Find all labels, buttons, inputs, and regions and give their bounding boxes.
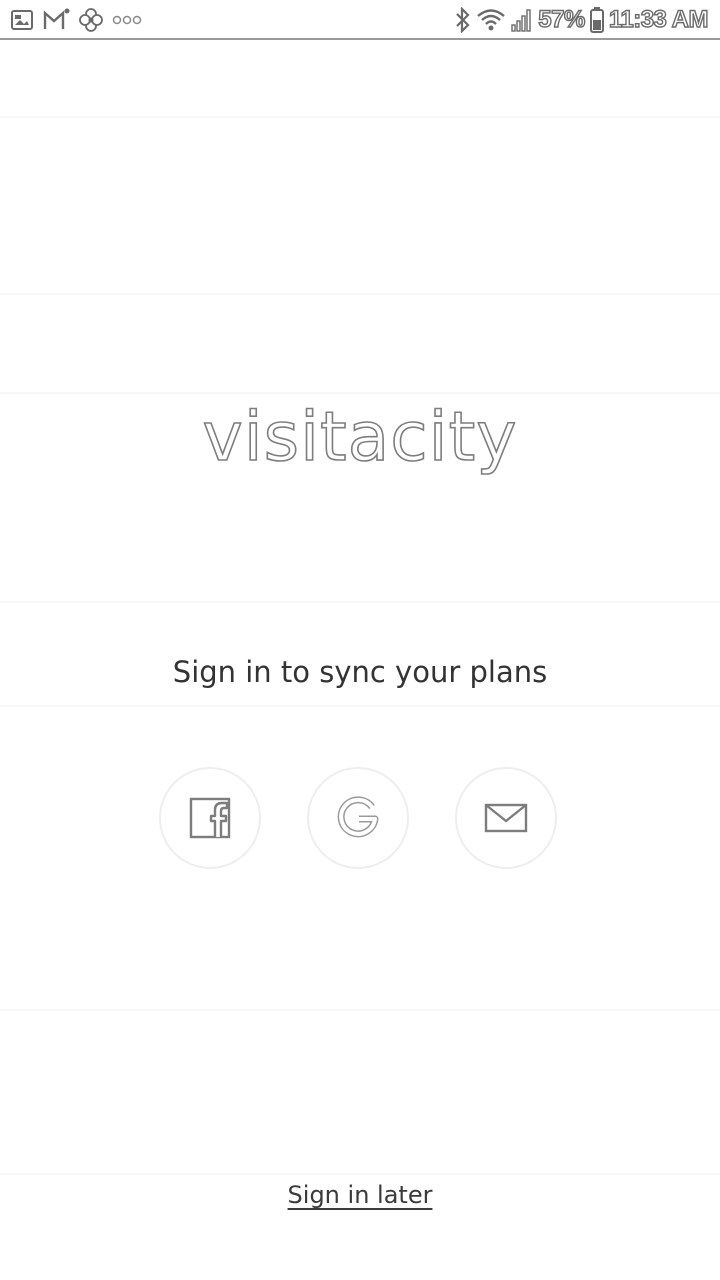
sign-in-later-link[interactable]: Sign in later (288, 1181, 433, 1209)
mail-icon (483, 801, 529, 835)
wifi-icon (476, 7, 506, 33)
pinwheel-icon (78, 7, 104, 33)
gallery-icon (10, 9, 34, 31)
divider (0, 705, 720, 707)
divider (0, 116, 720, 118)
battery-icon (589, 6, 605, 34)
more-notifications-icon (112, 13, 142, 27)
clock: 11:33 AM (608, 5, 709, 33)
facebook-sign-in-button[interactable] (159, 767, 261, 869)
sign-in-later-container: Sign in later (0, 1178, 720, 1212)
divider (0, 293, 720, 295)
bluetooth-icon (454, 7, 472, 33)
status-bar-notifications (10, 6, 142, 34)
sign-in-screen: 57% 11:33 AM visitacity Sign in to sync … (0, 0, 720, 1280)
sign-in-prompt: Sign in to sync your plans (172, 655, 548, 689)
battery-percent: 57% (538, 5, 586, 33)
divider (0, 1009, 720, 1011)
google-icon (335, 795, 381, 841)
status-bar: 57% 11:33 AM (0, 0, 720, 40)
signal-icon (510, 7, 534, 33)
gmail-icon (42, 7, 70, 33)
divider (0, 601, 720, 603)
app-logo: visitacity (202, 397, 518, 478)
divider (0, 1173, 720, 1175)
status-bar-system: 57% 11:33 AM (454, 4, 709, 36)
email-sign-in-button[interactable] (455, 767, 557, 869)
google-sign-in-button[interactable] (307, 767, 409, 869)
sign-in-options (0, 767, 720, 873)
facebook-icon (188, 796, 232, 840)
